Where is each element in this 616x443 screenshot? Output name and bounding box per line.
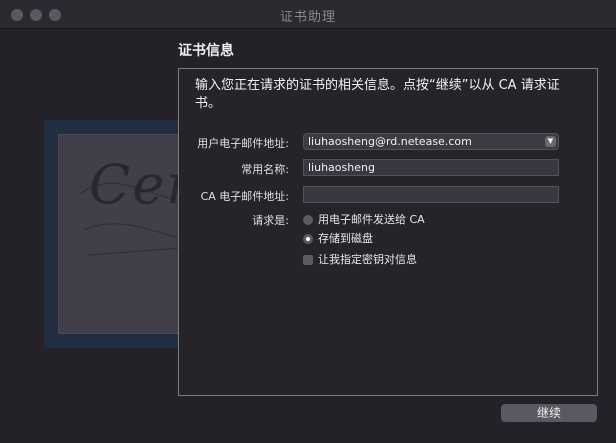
certificate-info-panel: 输入您正在请求的证书的相关信息。点按“继续”以从 CA 请求证书。 用户电子邮件… — [178, 68, 598, 396]
chevron-down-icon: ▼ — [545, 136, 556, 147]
common-name-field[interactable]: liuhaosheng — [303, 159, 559, 176]
window-title: 证书助理 — [279, 10, 336, 25]
key-pair-checkbox[interactable] — [303, 255, 313, 265]
radio-disk-label: 存储到磁盘 — [318, 232, 373, 245]
section-title: 证书信息 — [178, 43, 234, 59]
key-pair-label: 让我指定密钥对信息 — [318, 253, 417, 266]
ca-email-label: CA 电子邮件地址: — [200, 190, 289, 203]
common-name-label: 常用名称: — [241, 163, 289, 176]
intro-text: 输入您正在请求的证书的相关信息。点按“继续”以从 CA 请求证书。 — [195, 78, 560, 111]
radio-email-label: 用电子邮件发送给 CA — [318, 213, 425, 226]
title-bar: 证书助理 — [0, 0, 616, 29]
email-label: 用户电子邮件地址: — [197, 137, 289, 150]
continue-button[interactable]: 继续 — [501, 404, 597, 422]
radio-email-icon[interactable] — [303, 215, 313, 225]
email-select[interactable]: liuhaosheng@rd.netease.com ▼ — [303, 133, 559, 150]
radio-disk-option[interactable]: 存储到磁盘 — [303, 230, 373, 246]
ca-email-field[interactable] — [303, 186, 559, 203]
request-label: 请求是: — [252, 214, 289, 227]
key-pair-checkbox-row[interactable]: 让我指定密钥对信息 — [303, 251, 417, 267]
radio-disk-icon[interactable] — [303, 234, 313, 244]
radio-email-option[interactable]: 用电子邮件发送给 CA — [303, 211, 425, 227]
email-select-value: liuhaosheng@rd.netease.com — [308, 135, 472, 148]
